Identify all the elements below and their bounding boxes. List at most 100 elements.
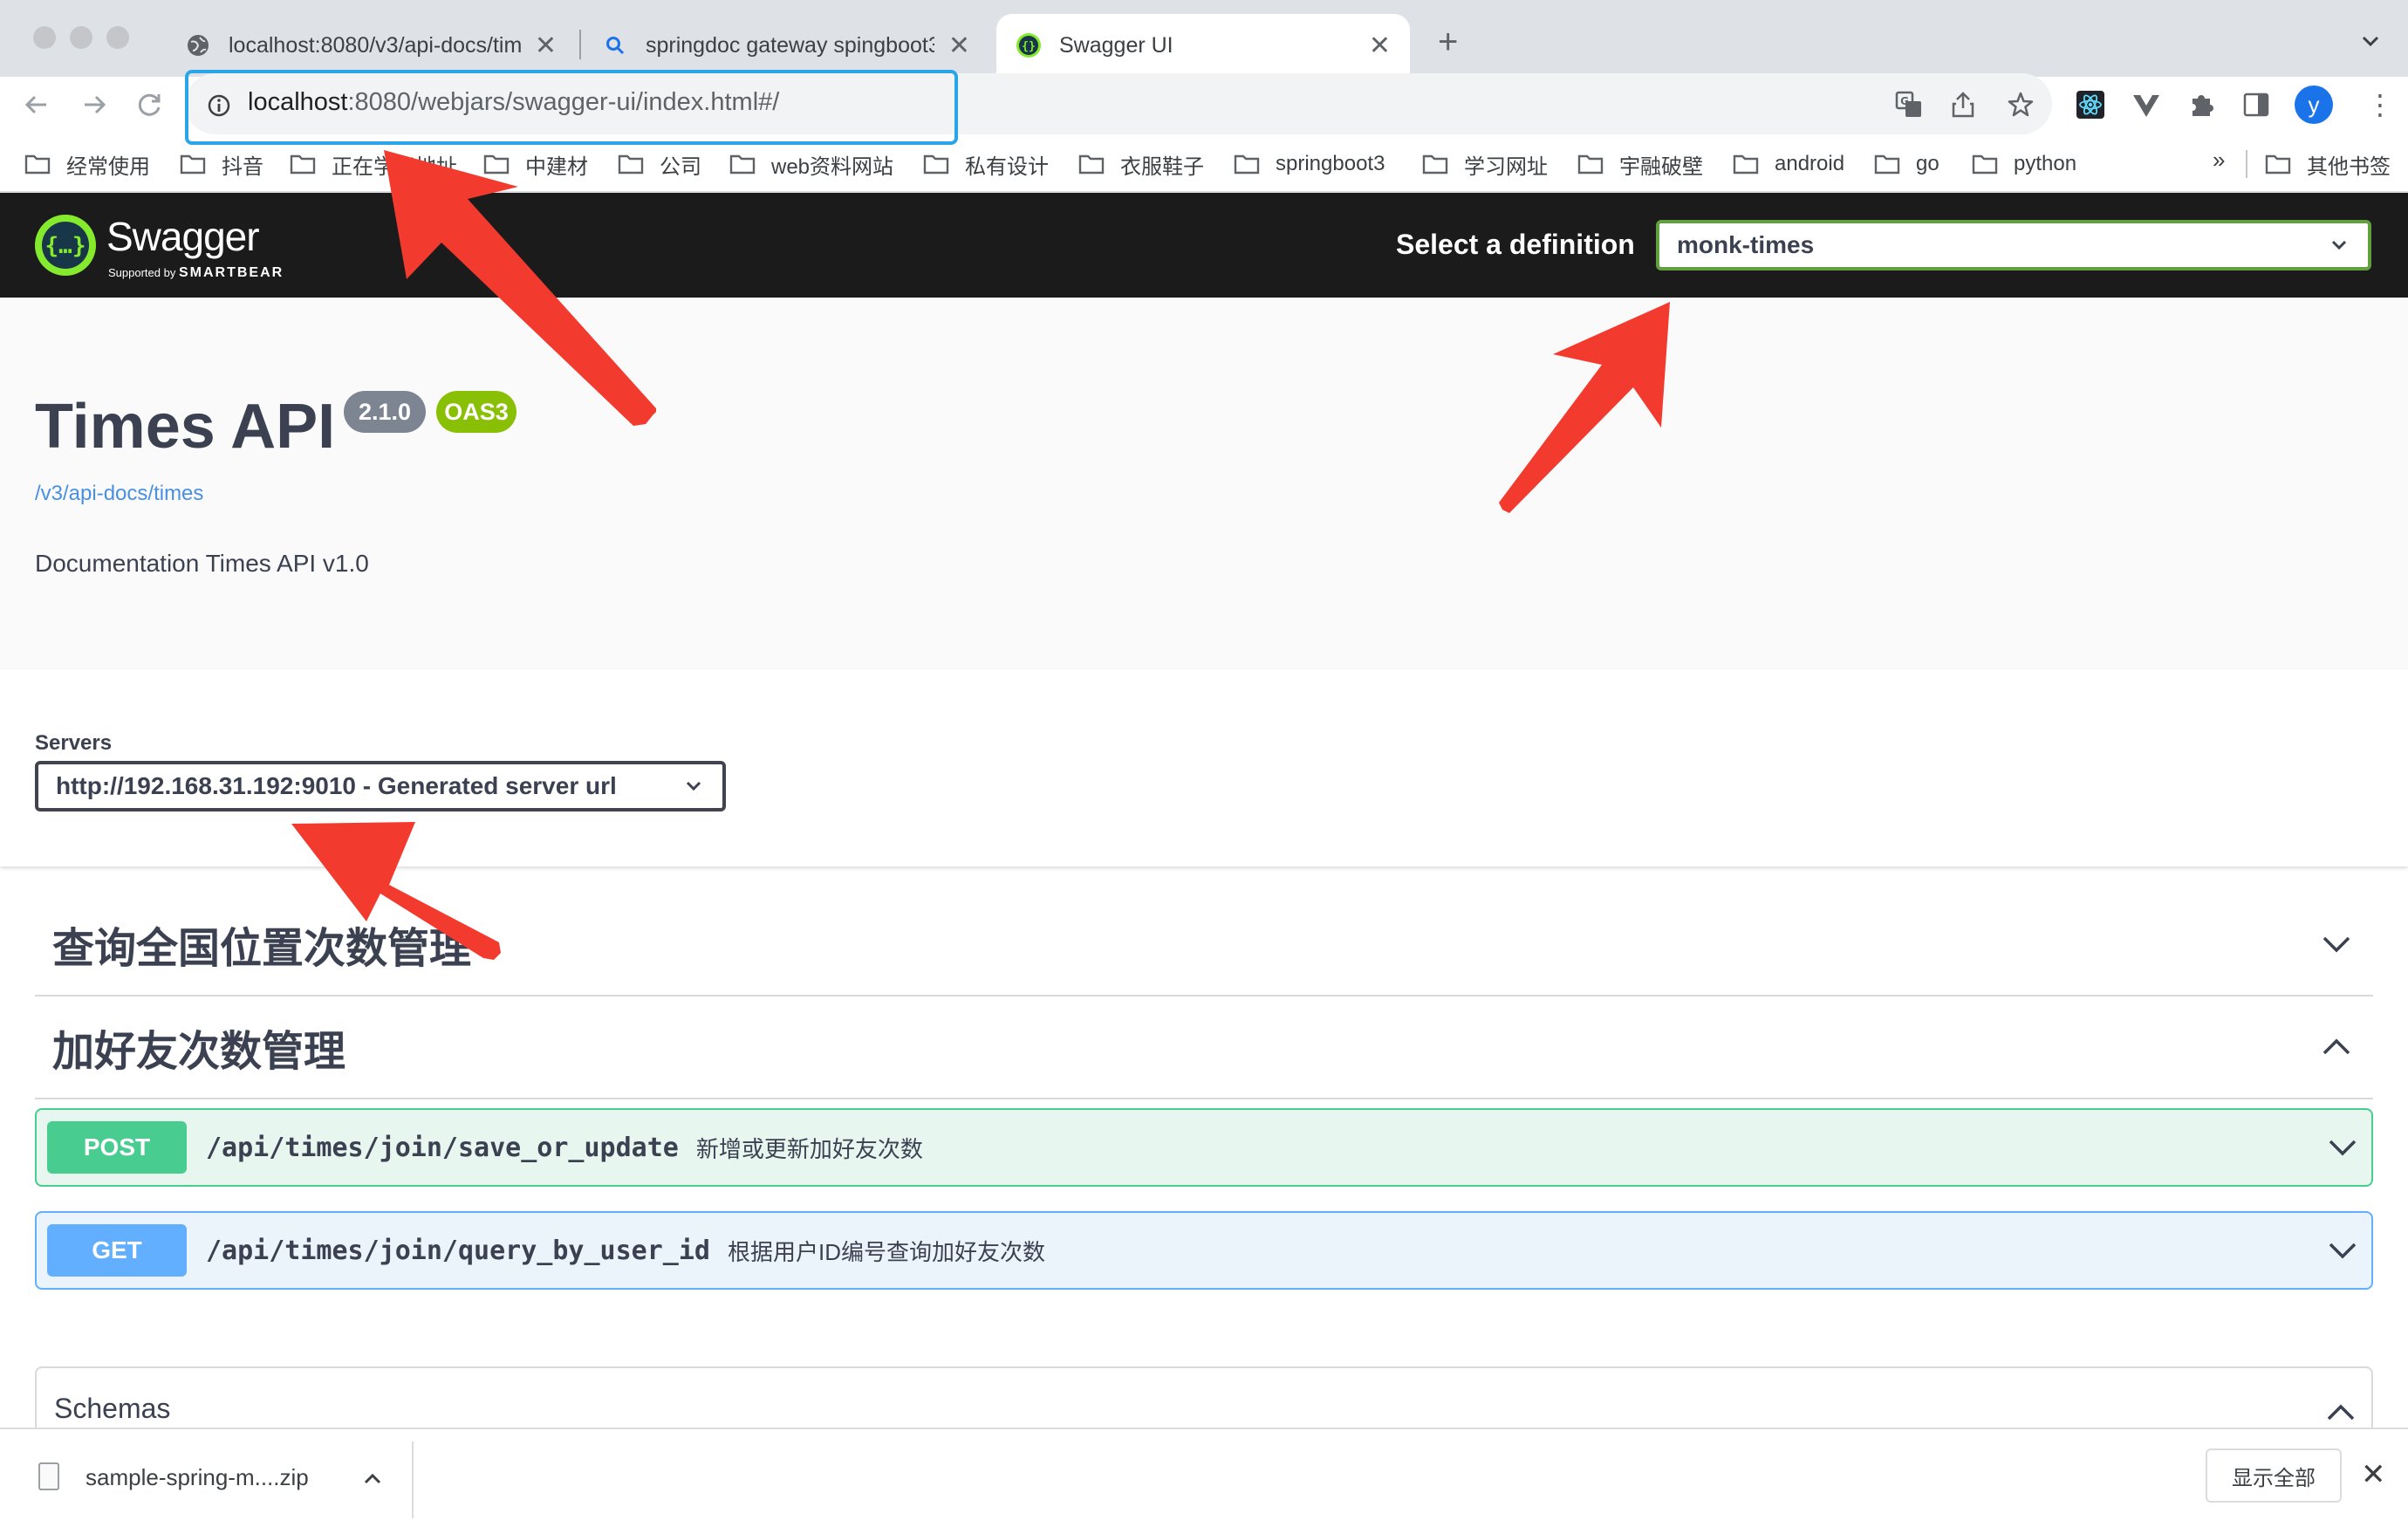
bookmark-item[interactable]: 公司 bbox=[618, 145, 701, 183]
tag-title: 查询全国位置次数管理 bbox=[52, 926, 472, 972]
tab-close-icon[interactable]: ✕ bbox=[1369, 31, 1391, 61]
svg-text:{…}: {…} bbox=[45, 233, 86, 259]
bookmark-item[interactable]: 学习网址 bbox=[1422, 145, 1548, 183]
bookmark-label: springboot3 bbox=[1276, 152, 1385, 175]
tab-api-docs[interactable]: localhost:8080/v3/api-docs/times ✕ bbox=[166, 14, 576, 77]
operation-get-query-by-user-id[interactable]: GET /api/times/join/query_by_user_id 根据用… bbox=[35, 1211, 2373, 1290]
servers-select[interactable]: http://192.168.31.192:9010 - Generated s… bbox=[35, 761, 726, 811]
url-path: :8080/webjars/swagger-ui/index.html#/ bbox=[347, 88, 780, 116]
tab-close-icon[interactable]: ✕ bbox=[535, 31, 557, 61]
url-text[interactable]: localhost:8080/webjars/swagger-ui/index.… bbox=[248, 88, 779, 117]
folder-icon bbox=[923, 154, 949, 175]
share-icon[interactable] bbox=[1947, 89, 1979, 120]
bookmark-item[interactable]: 中建材 bbox=[483, 145, 588, 183]
site-info-icon[interactable] bbox=[206, 92, 232, 119]
bookmarks-overflow-icon[interactable]: » bbox=[2213, 147, 2225, 174]
bookmark-item[interactable]: 抖音 bbox=[180, 145, 263, 183]
search-icon bbox=[602, 32, 628, 58]
logo-sub-brand: SMARTBEAR bbox=[178, 265, 284, 280]
tab-title: localhost:8080/v3/api-docs/times bbox=[229, 32, 521, 58]
bookmark-label: 宇融破壁 bbox=[1619, 154, 1703, 179]
browser-menu-icon[interactable]: ⋮ bbox=[2366, 87, 2394, 122]
operation-summary: 根据用户ID编号查询加好友次数 bbox=[727, 1238, 1045, 1265]
swagger-logo-subtitle: Supported by SMARTBEAR bbox=[108, 265, 284, 281]
window-close-control[interactable] bbox=[33, 26, 56, 49]
tab-separator bbox=[579, 30, 581, 59]
spec-link[interactable]: /v3/api-docs/times bbox=[35, 482, 203, 506]
swagger-icon: {} bbox=[1016, 32, 1042, 58]
folder-icon bbox=[1577, 154, 1604, 175]
bookmark-star-icon[interactable] bbox=[2005, 89, 2036, 120]
translate-icon[interactable]: G bbox=[1893, 89, 1925, 120]
chevron-up-icon bbox=[2327, 1404, 2355, 1421]
folder-icon bbox=[1422, 154, 1448, 175]
bookmark-item[interactable]: android bbox=[1733, 145, 1844, 183]
globe-icon bbox=[185, 32, 211, 58]
bookmark-label: 抖音 bbox=[222, 154, 263, 179]
bookmark-label: 经常使用 bbox=[66, 154, 150, 179]
download-file-name[interactable]: sample-spring-m....zip bbox=[86, 1464, 309, 1491]
tag-section-location-times[interactable]: 查询全国位置次数管理 bbox=[35, 894, 2373, 996]
chevron-up-icon bbox=[2322, 1038, 2350, 1055]
servers-label: Servers bbox=[35, 731, 113, 755]
swagger-logo-icon[interactable]: {…} bbox=[35, 215, 96, 276]
tab-title: springdoc gateway spingboot3 bbox=[646, 32, 934, 58]
definition-select[interactable]: monk-times bbox=[1656, 220, 2371, 270]
bookmark-label: 其他书签 bbox=[2307, 154, 2391, 179]
tag-section-friend-times[interactable]: 加好友次数管理 bbox=[35, 996, 2373, 1099]
swagger-logo-text[interactable]: Swagger bbox=[106, 213, 260, 260]
bookmark-label: 衣服鞋子 bbox=[1120, 154, 1204, 179]
bookmark-label: 学习网址 bbox=[1464, 154, 1548, 179]
select-definition-label: Select a definition bbox=[1396, 229, 1635, 260]
folder-icon bbox=[618, 154, 644, 175]
profile-avatar[interactable]: y bbox=[2295, 86, 2333, 124]
tab-springdoc-search[interactable]: springdoc gateway spingboot3 ✕ bbox=[583, 14, 989, 77]
back-arrow-icon[interactable] bbox=[19, 87, 54, 122]
api-info-section bbox=[0, 298, 2408, 669]
tab-swagger-ui[interactable]: {} Swagger UI ✕ bbox=[996, 14, 1410, 77]
folder-icon bbox=[1733, 154, 1759, 175]
reload-icon[interactable] bbox=[133, 87, 168, 122]
bookmark-item[interactable]: web资料网站 bbox=[729, 145, 893, 183]
tab-close-icon[interactable]: ✕ bbox=[948, 31, 970, 61]
bookmark-item[interactable]: 经常使用 bbox=[24, 145, 150, 183]
new-tab-icon[interactable]: + bbox=[1438, 23, 1458, 61]
bookmark-label: 私有设计 bbox=[965, 154, 1049, 179]
version-badge: 2.1.0 bbox=[344, 391, 426, 433]
folder-icon bbox=[729, 154, 756, 175]
window-zoom-control[interactable] bbox=[106, 26, 129, 49]
window-minimize-control[interactable] bbox=[70, 26, 92, 49]
chevron-down-icon bbox=[2322, 936, 2350, 953]
folder-icon bbox=[1234, 154, 1260, 175]
bookmark-item[interactable]: 正在学习地址 bbox=[290, 145, 457, 183]
bookmark-item[interactable]: springboot3 bbox=[1234, 145, 1385, 183]
definition-select-value: monk-times bbox=[1677, 231, 1815, 258]
chevron-down-icon bbox=[2329, 1140, 2357, 1156]
chevron-down-icon bbox=[2329, 1243, 2357, 1259]
bookmark-item[interactable]: python bbox=[1972, 145, 2076, 183]
vue-devtools-extension-icon[interactable] bbox=[2131, 89, 2162, 120]
folder-icon bbox=[180, 154, 206, 175]
tab-search-chevron-icon[interactable] bbox=[2357, 28, 2384, 54]
bookmark-item[interactable]: go bbox=[1874, 145, 1939, 183]
folder-icon bbox=[2265, 154, 2291, 175]
chevron-down-icon bbox=[2331, 240, 2347, 250]
bookmark-other[interactable]: 其他书签 bbox=[2265, 145, 2391, 183]
bookmark-item[interactable]: 私有设计 bbox=[923, 145, 1049, 183]
show-all-downloads-button[interactable]: 显示全部 bbox=[2206, 1448, 2342, 1503]
bookmark-item[interactable]: 衣服鞋子 bbox=[1078, 145, 1204, 183]
forward-arrow-icon[interactable] bbox=[77, 87, 112, 122]
extensions-puzzle-icon[interactable] bbox=[2186, 89, 2218, 120]
bookmark-label: go bbox=[1916, 152, 1939, 175]
bookmark-label: web资料网站 bbox=[771, 154, 894, 179]
bookmark-label: android bbox=[1775, 152, 1845, 175]
tag-title: 加好友次数管理 bbox=[52, 1029, 346, 1075]
close-download-bar-icon[interactable]: ✕ bbox=[2361, 1459, 2386, 1490]
chevron-up-icon[interactable] bbox=[359, 1466, 386, 1492]
operation-post-save-or-update[interactable]: POST /api/times/join/save_or_update 新增或更… bbox=[35, 1108, 2373, 1187]
bookmark-label: 正在学习地址 bbox=[332, 154, 457, 179]
tab-title: Swagger UI bbox=[1059, 32, 1173, 58]
react-devtools-extension-icon[interactable] bbox=[2075, 89, 2106, 120]
bookmark-item[interactable]: 宇融破壁 bbox=[1577, 145, 1703, 183]
side-panel-icon[interactable] bbox=[2240, 89, 2272, 120]
